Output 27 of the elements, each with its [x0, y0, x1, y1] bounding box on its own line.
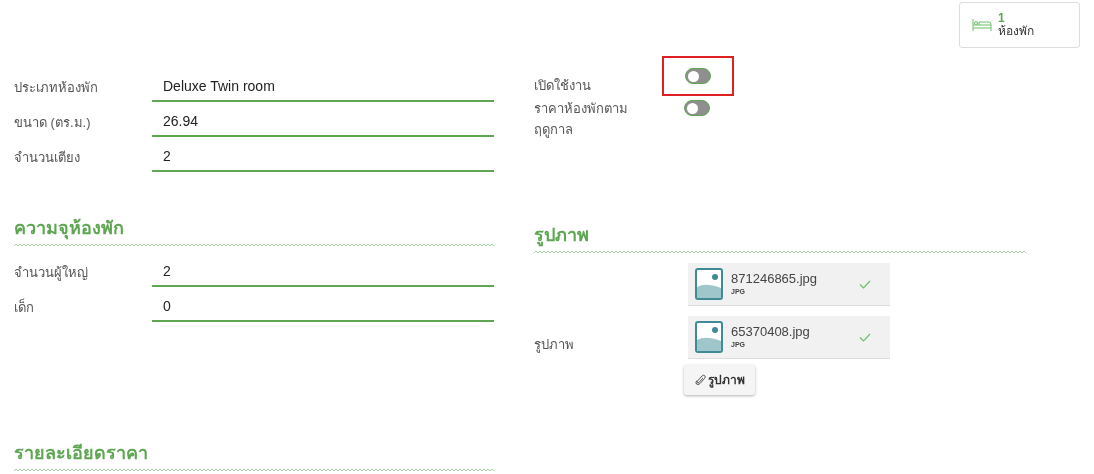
image-file-icon: [695, 321, 723, 353]
toggle-switch[interactable]: [685, 68, 711, 84]
toggle-label: ราคาห้องพักตามฤดูกาล: [534, 100, 629, 140]
input-field[interactable]: 2: [152, 142, 494, 172]
room-count: 1: [998, 12, 1006, 25]
input-field[interactable]: 2: [152, 257, 494, 287]
section-heading: ความจุห้องพัก: [14, 218, 124, 238]
file-name: 65370408.jpg: [731, 323, 810, 340]
field-label: จำนวนเตียง: [14, 148, 81, 167]
section-heading: รูปภาพ: [534, 225, 589, 245]
file-name: 871246865.jpg: [731, 270, 818, 287]
input-field[interactable]: 0: [152, 292, 494, 322]
input-field[interactable]: Deluxe Twin room: [152, 72, 494, 102]
field-label: เด็ก: [14, 297, 35, 317]
field-label: รูปภาพ: [534, 336, 575, 355]
field-label: ประเภทห้องพัก: [14, 78, 99, 97]
attach-image-button[interactable]: รูปภาพ: [684, 365, 755, 395]
image-file-icon: [695, 268, 723, 300]
paperclip-icon: [694, 374, 706, 386]
field-label: ขนาด (ตร.ม.): [14, 113, 92, 132]
room-count-label: ห้องพัก: [998, 25, 1034, 38]
field-label: จำนวนผู้ใหญ่: [14, 263, 89, 283]
section-heading: รายละเอียดราคา: [14, 443, 148, 463]
toggle-label: เปิดใช้งาน: [534, 77, 592, 95]
input-field[interactable]: 26.94: [152, 107, 494, 137]
toggle-switch[interactable]: [684, 100, 710, 116]
bed-icon: [972, 19, 992, 31]
